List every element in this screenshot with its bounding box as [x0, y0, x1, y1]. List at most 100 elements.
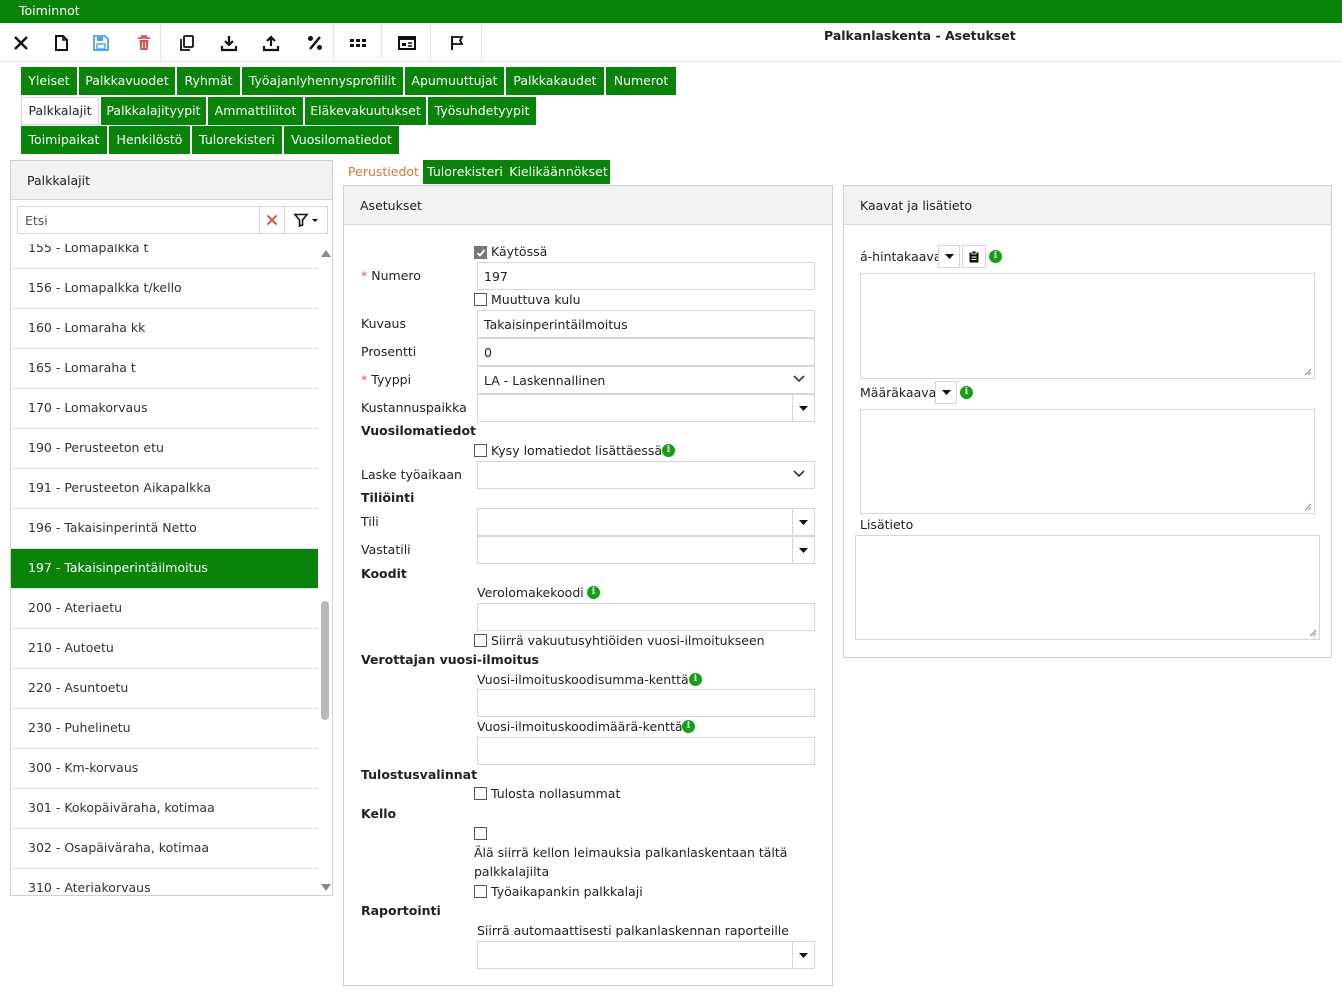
info-icon[interactable]: i [587, 586, 600, 599]
info-icon[interactable]: i [689, 673, 702, 686]
resize-handle-icon[interactable] [1309, 629, 1317, 637]
list-item[interactable]: 190 - Perusteeton etu [11, 429, 318, 469]
tab-elakevakuutukset[interactable]: Eläkevakuutukset [305, 97, 426, 125]
list-item[interactable]: 230 - Puhelinetu [11, 709, 318, 749]
verolomakekoodi-label: Verolomakekoodi [477, 585, 584, 600]
maarakaava-textarea[interactable] [860, 409, 1315, 514]
vastatili-select[interactable] [477, 536, 815, 564]
tab-palkkalajit[interactable]: Palkkalajit [21, 97, 99, 125]
info-icon[interactable]: i [662, 444, 675, 457]
tab-ryhmat[interactable]: Ryhmät [177, 67, 240, 95]
list-item[interactable]: 302 - Osapäiväraha, kotimaa [11, 829, 318, 869]
tili-dropdown-button[interactable] [792, 509, 814, 535]
siirra-vakuutus-checkbox[interactable] [474, 634, 487, 647]
tab-apumuuttujat[interactable]: Apumuuttujat [405, 67, 504, 95]
list-scroll-thumb[interactable] [321, 601, 329, 720]
kustannuspaikka-dropdown-button[interactable] [792, 395, 814, 421]
list-item[interactable]: 160 - Lomaraha kk [11, 309, 318, 349]
laske-tyoaikaan-select[interactable] [477, 461, 815, 489]
menubar-title[interactable]: Toiminnot [19, 3, 80, 18]
clear-search-button[interactable] [260, 206, 285, 234]
list-item[interactable]: 191 - Perusteeton Aikapalkka [11, 469, 318, 509]
tab-yleiset[interactable]: Yleiset [21, 67, 77, 95]
scroll-down-icon[interactable] [321, 884, 331, 891]
muuttuva-kulu-checkbox[interactable] [474, 293, 487, 306]
resize-handle-icon[interactable] [1304, 368, 1312, 376]
lisatieto-textarea[interactable] [855, 535, 1320, 640]
download-button[interactable] [212, 24, 246, 61]
tab-palkkakaudet[interactable]: Palkkakaudet [506, 67, 604, 95]
vuosi-ilmoitusmaara-input[interactable] [477, 737, 815, 765]
tab-numerot[interactable]: Numerot [606, 67, 676, 95]
vuosi-ilmoitussumma-input[interactable] [477, 689, 815, 717]
caret-down-icon [799, 405, 808, 411]
search-input[interactable]: Etsi [17, 206, 260, 234]
tili-select[interactable] [477, 508, 815, 536]
list-scrollbar[interactable] [319, 244, 333, 894]
kustannuspaikka-select[interactable] [477, 394, 815, 422]
kaavat-panel-title: Kaavat ja lisätieto [844, 186, 1331, 225]
resize-handle-icon[interactable] [1304, 503, 1312, 511]
list-item[interactable]: 220 - Asuntoetu [11, 669, 318, 709]
hintakaava-dropdown-button[interactable] [938, 245, 960, 268]
tab-tyosuhdetyypit[interactable]: Työsuhdetyypit [428, 97, 536, 125]
list-item[interactable]: 170 - Lomakorvaus [11, 389, 318, 429]
list-item[interactable]: 310 - Ateriakorvaus [11, 869, 318, 894]
grid-icon [350, 38, 366, 47]
list-item[interactable]: 200 - Ateriaetu [11, 589, 318, 629]
required-marker: * [361, 372, 368, 387]
list-item[interactable]: 196 - Takaisinperintä Netto [11, 509, 318, 549]
kaytossa-checkbox[interactable] [474, 246, 487, 259]
info-icon[interactable]: i [960, 386, 973, 399]
subtab-tulorekisteri[interactable]: Tulorekisteri [423, 160, 507, 184]
hintakaava-label: á-hintakaava [860, 249, 942, 264]
list-item[interactable]: 300 - Km-korvaus [11, 749, 318, 789]
siirra-raporteille-dropdown-button[interactable] [792, 942, 814, 968]
vastatili-dropdown-button[interactable] [792, 537, 814, 563]
prosentti-input[interactable]: 0 [477, 338, 815, 366]
subtab-kielikaannokset[interactable]: Kielikäännökset [507, 160, 610, 184]
hintakaava-textarea[interactable] [860, 273, 1315, 379]
scroll-up-icon[interactable] [321, 250, 331, 257]
list-item-selected[interactable]: 197 - Takaisinperintäilmoitus [11, 549, 318, 589]
tab-palkkalajityypit[interactable]: Palkkalajityypit [101, 97, 206, 125]
info-icon[interactable]: i [682, 720, 695, 733]
hintakaava-clipboard-button[interactable] [962, 245, 986, 268]
tab-tyoajanlyhennysprofiilit[interactable]: Työajanlyhennysprofiilit [242, 67, 403, 95]
subtab-perustiedot[interactable]: Perustiedot [345, 160, 422, 184]
numero-label: * Numero [361, 268, 421, 283]
tulosta-nollasummat-checkbox[interactable] [474, 787, 487, 800]
siirra-raporteille-select[interactable] [477, 941, 815, 969]
tab-palkkavuodet[interactable]: Palkkavuodet [79, 67, 175, 95]
percent-button[interactable] [296, 24, 334, 61]
kysy-lomatiedot-checkbox[interactable] [474, 444, 487, 457]
ala-siirra-checkbox[interactable] [474, 827, 487, 840]
tyoaikapankki-checkbox[interactable] [474, 885, 487, 898]
new-button[interactable] [45, 24, 77, 61]
flag-button[interactable] [432, 24, 482, 61]
list-item[interactable]: 155 - Lomapalkka t [11, 244, 318, 269]
tab-tulorekisteri[interactable]: Tulorekisteri [192, 126, 282, 154]
close-button[interactable] [5, 24, 37, 61]
tab-henkilosto[interactable]: Henkilöstö [109, 126, 190, 154]
list-item[interactable]: 165 - Lomaraha t [11, 349, 318, 389]
tab-ammattiliitot[interactable]: Ammattiliitot [208, 97, 303, 125]
info-icon[interactable]: i [989, 250, 1002, 263]
card-button[interactable] [383, 24, 431, 61]
tab-vuosilomatiedot[interactable]: Vuosilomatiedot [284, 126, 399, 154]
kuvaus-input[interactable]: Takaisinperintäilmoitus [477, 310, 815, 338]
delete-button[interactable] [127, 24, 161, 61]
list-item[interactable]: 156 - Lomapalkka t/kello [11, 269, 318, 309]
save-button[interactable] [85, 24, 117, 61]
maarakaava-dropdown-button[interactable] [935, 381, 957, 404]
verolomakekoodi-input[interactable] [477, 603, 815, 631]
filter-button[interactable] [285, 206, 328, 234]
list-item[interactable]: 301 - Kokopäiväraha, kotimaa [11, 789, 318, 829]
tab-toimipaikat[interactable]: Toimipaikat [21, 126, 107, 154]
grid-button[interactable] [335, 24, 382, 61]
list-item[interactable]: 210 - Autoetu [11, 629, 318, 669]
tyyppi-select[interactable]: LA - Laskennallinen [477, 366, 815, 394]
numero-input[interactable]: 197 [477, 262, 815, 290]
upload-button[interactable] [254, 24, 288, 61]
copy-button[interactable] [170, 24, 204, 61]
